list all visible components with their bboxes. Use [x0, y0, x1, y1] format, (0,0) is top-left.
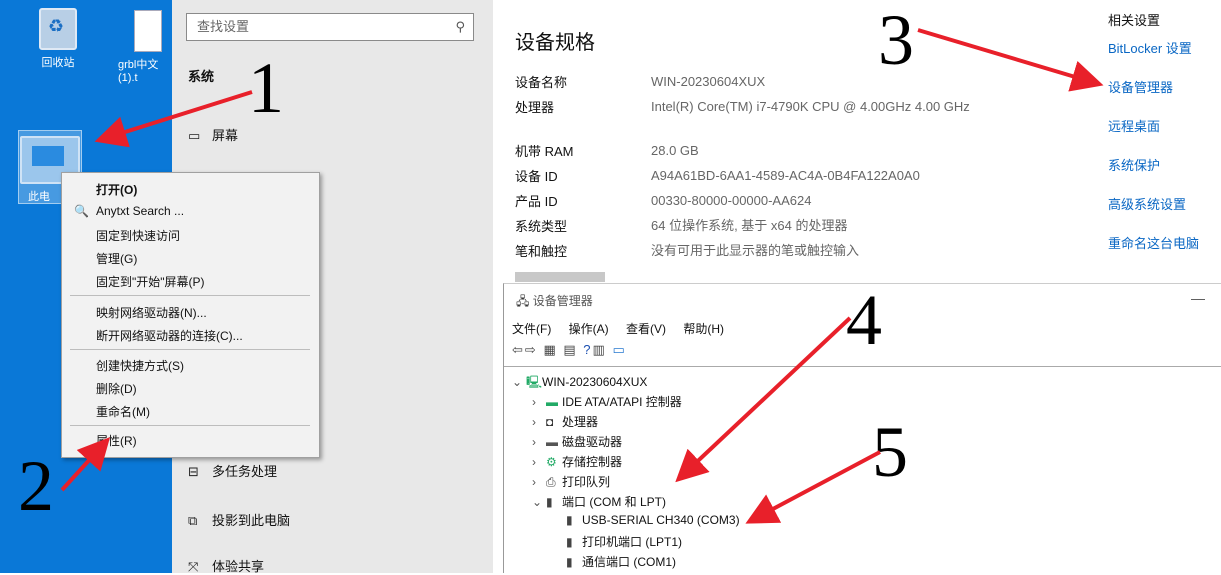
arrow-4 — [675, 316, 852, 483]
arrow-3 — [917, 28, 1104, 92]
arrow-5 — [745, 450, 881, 524]
arrow-1 — [94, 90, 253, 148]
annotation-arrows — [60, 28, 1104, 524]
arrow-2 — [60, 437, 111, 492]
